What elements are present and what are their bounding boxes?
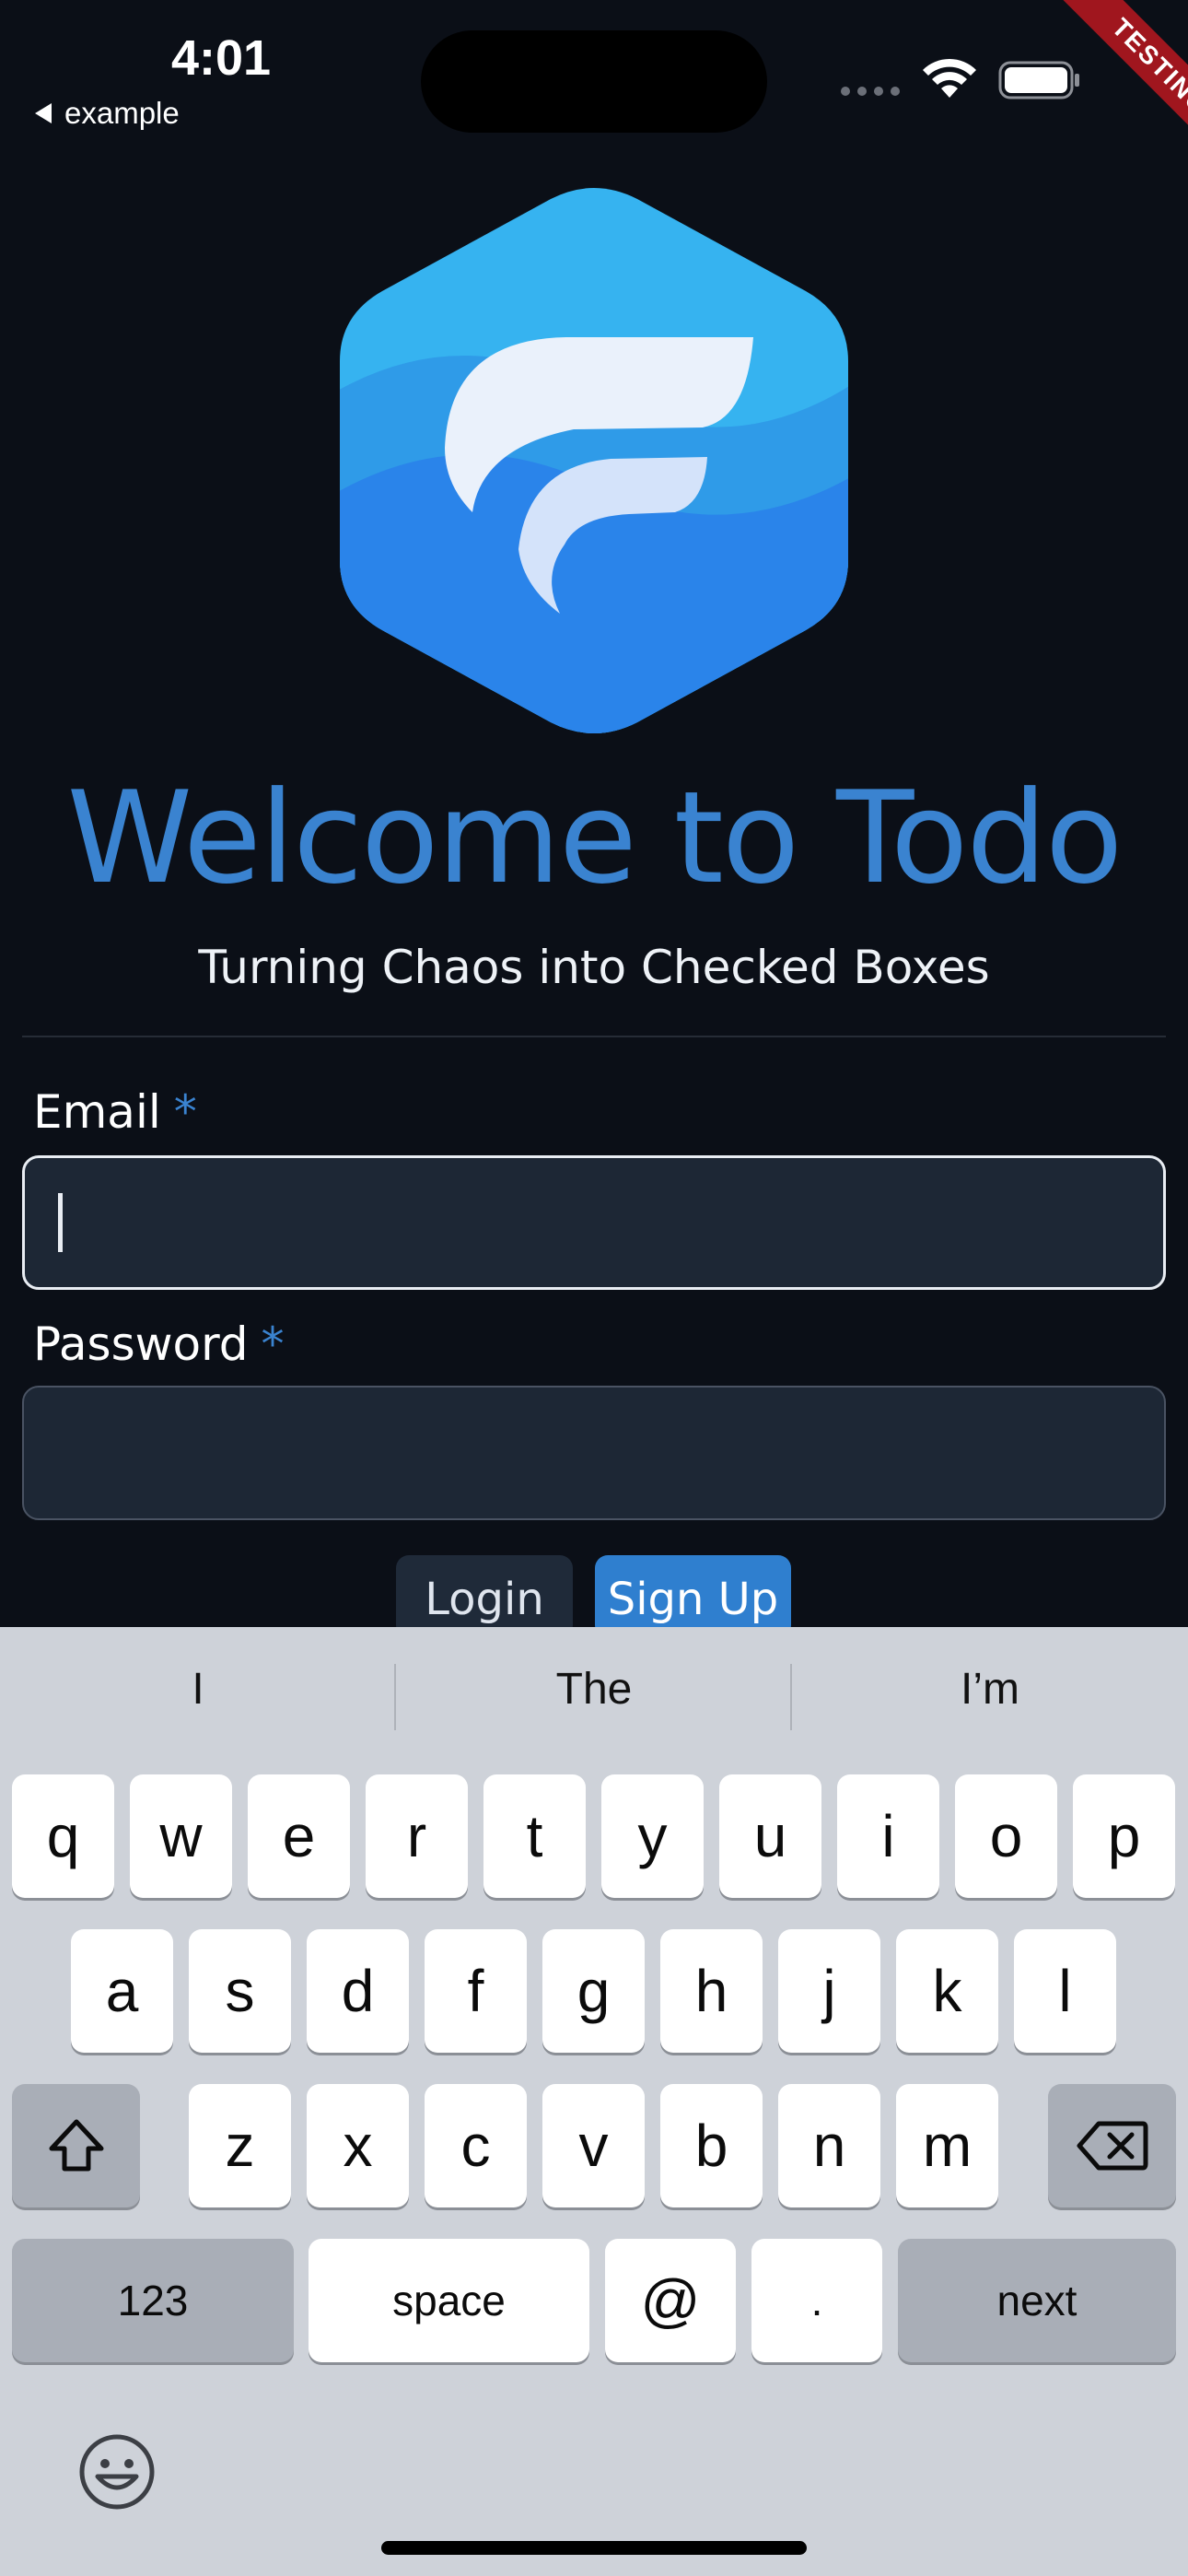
key-a[interactable]: a <box>71 1929 173 2053</box>
key-u[interactable]: u <box>719 1774 821 1898</box>
shift-icon <box>49 2119 103 2172</box>
key-p[interactable]: p <box>1073 1774 1175 1898</box>
key-s[interactable]: s <box>189 1929 291 2053</box>
back-app-label: example <box>64 96 180 130</box>
keyboard-suggestions: I The I’m <box>0 1627 1188 1765</box>
text-cursor <box>58 1193 63 1252</box>
key-r[interactable]: r <box>366 1774 468 1898</box>
email-label: Email * <box>33 1085 197 1139</box>
signup-button[interactable]: Sign Up <box>595 1555 791 1638</box>
wifi-icon <box>923 58 976 98</box>
password-label: Password * <box>33 1317 285 1371</box>
login-button[interactable]: Login <box>396 1555 573 1638</box>
key-l[interactable]: l <box>1014 1929 1116 2053</box>
key-z[interactable]: z <box>189 2084 291 2207</box>
key-h[interactable]: h <box>660 1929 763 2053</box>
suggestion-1[interactable]: I <box>0 1664 396 1715</box>
app-logo <box>340 188 848 733</box>
key-q[interactable]: q <box>12 1774 114 1898</box>
password-field[interactable] <box>22 1386 1166 1520</box>
page-title: Welcome to Todo <box>66 764 1124 912</box>
key-c[interactable]: c <box>425 2084 527 2207</box>
key-x[interactable]: x <box>307 2084 409 2207</box>
password-label-text: Password <box>33 1317 249 1371</box>
key-k[interactable]: k <box>896 1929 998 2053</box>
back-to-app-link[interactable]: example <box>35 96 180 131</box>
key-i[interactable]: i <box>837 1774 939 1898</box>
key-j[interactable]: j <box>778 1929 880 2053</box>
key-v[interactable]: v <box>542 2084 645 2207</box>
signal-icon <box>841 87 900 96</box>
key-b[interactable]: b <box>660 2084 763 2207</box>
key-e[interactable]: e <box>248 1774 350 1898</box>
suggestion-3[interactable]: I’m <box>792 1664 1188 1715</box>
required-marker: * <box>173 1085 197 1139</box>
page-tagline: Turning Chaos into Checked Boxes <box>198 941 990 994</box>
key-m[interactable]: m <box>896 2084 998 2207</box>
key-w[interactable]: w <box>130 1774 232 1898</box>
next-key[interactable]: next <box>898 2239 1176 2362</box>
divider <box>22 1036 1166 1037</box>
battery-icon <box>998 61 1079 100</box>
key-t[interactable]: t <box>483 1774 586 1898</box>
delete-key[interactable] <box>1048 2084 1176 2207</box>
home-indicator[interactable] <box>381 2541 807 2555</box>
emoji-icon[interactable] <box>77 2432 157 2512</box>
backspace-icon <box>1077 2121 1147 2171</box>
key-g[interactable]: g <box>542 1929 645 2053</box>
at-key[interactable]: @ <box>605 2239 736 2362</box>
period-key[interactable]: . <box>751 2239 882 2362</box>
shift-key[interactable] <box>12 2084 140 2207</box>
space-key[interactable]: space <box>309 2239 589 2362</box>
dynamic-island <box>421 30 767 133</box>
status-time: 4:01 <box>171 30 272 86</box>
numbers-key[interactable]: 123 <box>12 2239 294 2362</box>
key-n[interactable]: n <box>778 2084 880 2207</box>
key-o[interactable]: o <box>955 1774 1057 1898</box>
suggestion-2[interactable]: The <box>396 1664 792 1715</box>
required-marker: * <box>261 1317 285 1371</box>
email-label-text: Email <box>33 1085 161 1139</box>
back-arrow-icon <box>35 103 52 123</box>
key-f[interactable]: f <box>425 1929 527 2053</box>
email-field[interactable] <box>22 1155 1166 1290</box>
key-y[interactable]: y <box>601 1774 704 1898</box>
key-d[interactable]: d <box>307 1929 409 2053</box>
